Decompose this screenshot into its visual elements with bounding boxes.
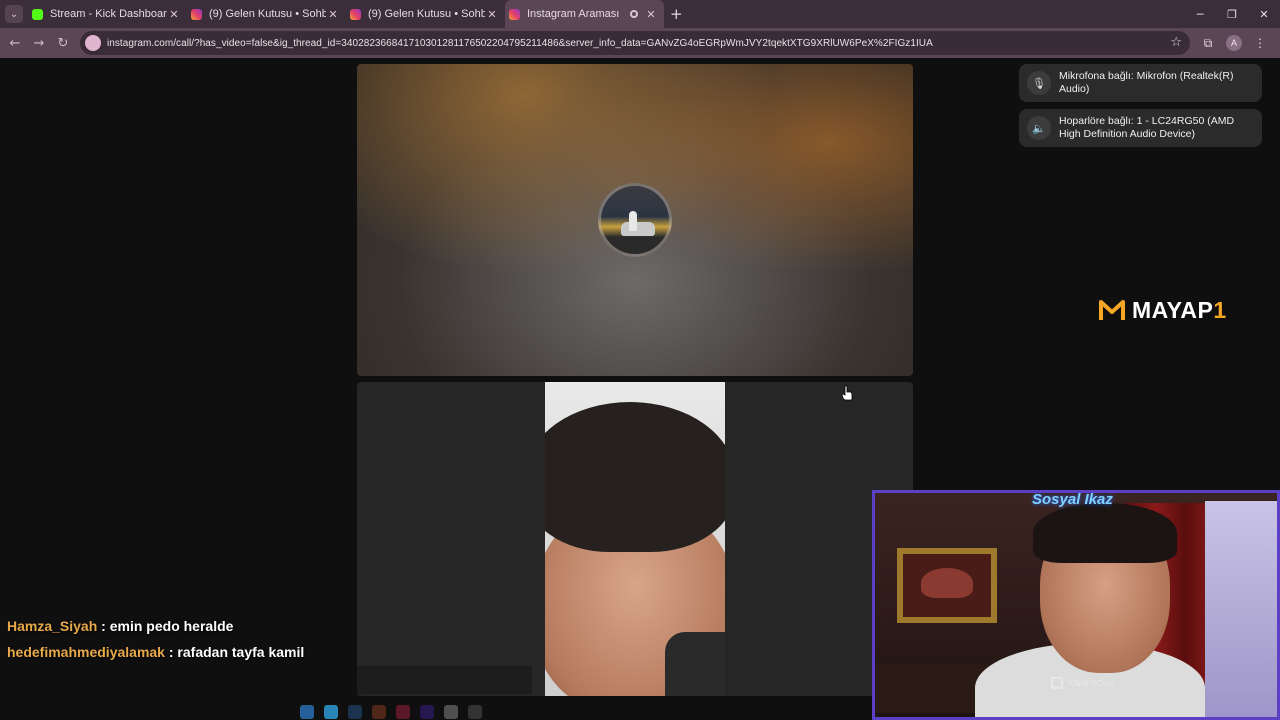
browser-tab-bar: ⌄ Stream - Kick Dashboard ✕ (9) Gelen Ku… bbox=[0, 0, 1280, 28]
tab-title: Instagram Araması bbox=[527, 8, 620, 20]
photoshop-icon[interactable] bbox=[348, 704, 362, 719]
tab-kick-dashboard[interactable]: Stream - Kick Dashboard ✕ bbox=[28, 0, 187, 28]
self-video-tile bbox=[357, 382, 913, 696]
restore-icon[interactable]: ❐ bbox=[1216, 0, 1248, 28]
webcam-painting bbox=[897, 548, 997, 623]
url-text: instagram.com/call/?has_video=false&ig_t… bbox=[107, 37, 933, 49]
extensions-icon[interactable]: ⧉ bbox=[1196, 31, 1220, 55]
speaker-label: Hoparlöre bağlı: 1 - LC24RG50 (AMD High … bbox=[1059, 115, 1235, 140]
tab-instagram-inbox-1[interactable]: (9) Gelen Kutusu • Sohbetler ✕ bbox=[187, 0, 346, 28]
url-input[interactable]: instagram.com/call/?has_video=false&ig_t… bbox=[80, 31, 1190, 55]
chat-separator: : bbox=[164, 644, 178, 660]
close-icon[interactable]: ✕ bbox=[167, 8, 181, 21]
microphone-label: Mikrofona bağlı: Mikrofon (Realtek(R) Au… bbox=[1059, 70, 1234, 95]
minimize-icon[interactable]: ─ bbox=[1184, 0, 1216, 28]
call-controls-shade bbox=[357, 666, 532, 694]
settings-icon[interactable] bbox=[468, 704, 482, 719]
premiere-icon[interactable] bbox=[420, 704, 434, 719]
taskbar-icons bbox=[300, 703, 482, 720]
chat-text: rafadan tayfa kamil bbox=[177, 644, 305, 660]
forward-icon[interactable]: → bbox=[27, 31, 51, 55]
instagram-icon bbox=[191, 8, 202, 20]
chat-separator: : bbox=[97, 618, 110, 634]
microphone-icon: 🎙 bbox=[1027, 71, 1051, 95]
profile-avatar[interactable]: A bbox=[1226, 35, 1242, 51]
channel-logo: MAYAP1 bbox=[1098, 296, 1227, 324]
tab-instagram-inbox-2[interactable]: (9) Gelen Kutusu • Sohbetler ✕ bbox=[346, 0, 505, 28]
speaker-icon: 🔈 bbox=[1027, 116, 1051, 140]
kick-icon bbox=[32, 8, 43, 20]
close-icon[interactable]: ✕ bbox=[485, 8, 499, 21]
address-bar-row: ← → ↻ instagram.com/call/?has_video=fals… bbox=[0, 28, 1280, 58]
self-video-feed bbox=[545, 382, 725, 696]
participant-avatar bbox=[598, 183, 672, 257]
chat-message: Hamza_Siyah : emin pedo heralde bbox=[7, 613, 304, 639]
microphone-status: 🎙 Mikrofona bağlı: Mikrofon (Realtek(R) … bbox=[1019, 64, 1262, 102]
back-icon[interactable]: ← bbox=[3, 31, 27, 55]
tab-title: Stream - Kick Dashboard bbox=[50, 8, 167, 20]
close-window-icon[interactable]: ✕ bbox=[1248, 0, 1280, 28]
instagram-icon bbox=[350, 8, 361, 20]
chat-text: emin pedo heralde bbox=[109, 618, 234, 634]
vcam-watermark: XSplit VCam bbox=[1051, 677, 1113, 689]
vcam-label: XSplit VCam bbox=[1068, 678, 1114, 688]
webcam-title: Sosyal Ikaz bbox=[1032, 491, 1113, 508]
chrome-icon[interactable] bbox=[444, 704, 458, 719]
streamer-webcam: Sosyal Ikaz XSplit VCam bbox=[872, 490, 1280, 720]
logo-mark-icon bbox=[1099, 300, 1125, 320]
edge-icon[interactable] bbox=[324, 704, 338, 719]
speaker-status: 🔈 Hoparlöre bağlı: 1 - LC24RG50 (AMD Hig… bbox=[1019, 109, 1262, 147]
close-icon[interactable]: ✕ bbox=[644, 8, 658, 21]
tab-search-icon[interactable]: ⌄ bbox=[5, 5, 23, 23]
tab-instagram-call[interactable]: Instagram Araması ✕ bbox=[505, 0, 664, 28]
taskbar-app-icon[interactable] bbox=[300, 704, 314, 719]
webcam-hair bbox=[1033, 503, 1177, 563]
tab-title: (9) Gelen Kutusu • Sohbetler bbox=[368, 8, 485, 20]
video-hair bbox=[545, 402, 725, 552]
toolbar-right: ⧉ A ⋮ bbox=[1196, 31, 1272, 55]
stream-chat-overlay: Hamza_Siyah : emin pedo heralde hedefima… bbox=[7, 613, 304, 665]
instagram-icon bbox=[509, 8, 520, 20]
tab-title: (9) Gelen Kutusu • Sohbetler bbox=[209, 8, 326, 20]
site-info-icon[interactable] bbox=[85, 35, 101, 51]
more-menu-icon[interactable]: ⋮ bbox=[1248, 31, 1272, 55]
avatar-car-image bbox=[621, 222, 655, 236]
taskbar-app-icon[interactable] bbox=[396, 704, 410, 719]
avatar-person-image bbox=[629, 211, 637, 231]
remote-participant-tile bbox=[357, 64, 913, 376]
chat-message: hedefimahmediyalamak : rafadan tayfa kam… bbox=[7, 639, 304, 665]
webcam-window bbox=[1205, 501, 1277, 717]
logo-text: MAYAP1 bbox=[1132, 296, 1227, 323]
chat-username: Hamza_Siyah bbox=[7, 618, 98, 634]
video-shirt bbox=[665, 632, 725, 696]
illustrator-icon[interactable] bbox=[372, 704, 386, 719]
close-icon[interactable]: ✕ bbox=[326, 8, 340, 21]
new-tab-button[interactable]: + bbox=[670, 5, 683, 23]
hand-cursor-icon bbox=[841, 385, 853, 401]
window-controls: ─ ❐ ✕ bbox=[1184, 0, 1280, 28]
bookmark-star-icon[interactable]: ☆ bbox=[1170, 35, 1182, 50]
reload-icon[interactable]: ↻ bbox=[51, 31, 75, 55]
recording-icon bbox=[630, 10, 638, 18]
chat-username: hedefimahmediyalamak bbox=[7, 644, 165, 660]
xsplit-icon bbox=[1051, 677, 1063, 689]
